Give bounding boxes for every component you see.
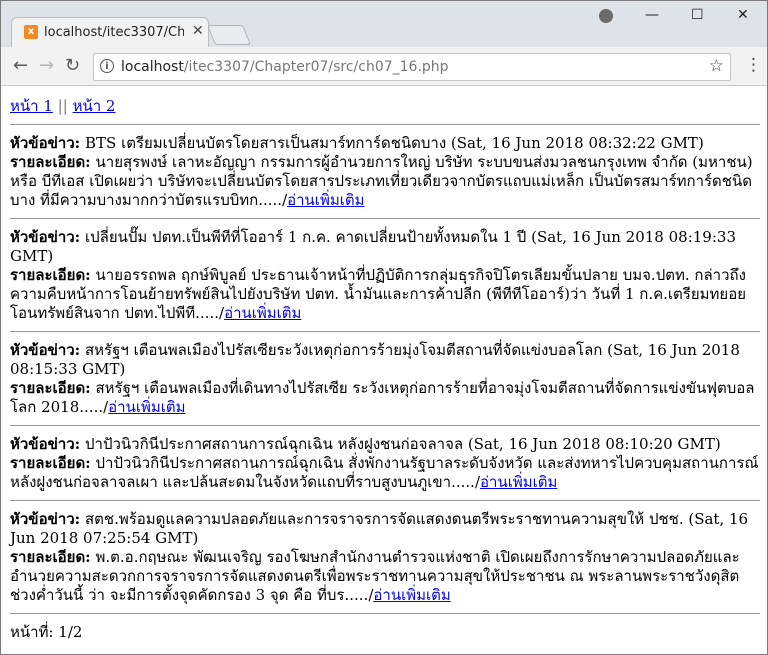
read-more-link[interactable]: อ่านเพิ่มเติม <box>287 191 364 209</box>
forward-arrow-icon[interactable]: → <box>39 55 54 76</box>
new-tab-button[interactable] <box>206 25 252 45</box>
news-item: หัวข้อข่าว: เปลี่ยนปั๊ม ปตท.เป็นพีทีที่โ… <box>10 228 760 323</box>
news-detail: ปาปัวนิวกินีประกาศสถานการณ์ฉุกเฉิน สั่งพ… <box>10 454 759 491</box>
news-headline: สหรัฐฯ เตือนพลเมืองไปรัสเซียระวังเหตุก่อ… <box>10 341 740 378</box>
headline-label: หัวข้อข่าว: <box>10 134 81 152</box>
news-detail: นายอรรถพล ฤกษ์พิบูลย์ ประธานเจ้าหน้าที่ป… <box>10 266 747 322</box>
close-tab-icon[interactable]: ✕ <box>192 23 204 39</box>
read-more-link[interactable]: อ่านเพิ่มเติม <box>480 473 557 491</box>
url-path: /itec3307/Chapter07/src/ch07_16.php <box>183 59 449 75</box>
back-arrow-icon[interactable]: ← <box>13 55 28 76</box>
url-host: localhost <box>121 59 184 75</box>
detail-label: รายละเอียด: <box>10 266 91 284</box>
title-bar: x localhost/itec3307/Chapte ✕ — ☐ ✕ <box>1 1 767 48</box>
read-more-link[interactable]: อ่านเพิ่มเติม <box>224 304 301 322</box>
profile-icon[interactable] <box>599 9 613 23</box>
close-window-icon[interactable]: ✕ <box>737 7 749 23</box>
news-item: หัวข้อข่าว: สหรัฐฯ เตือนพลเมืองไปรัสเซีย… <box>10 341 760 417</box>
divider <box>10 218 760 219</box>
read-more-link[interactable]: อ่านเพิ่มเติม <box>108 398 185 416</box>
detail-label: รายละเอียด: <box>10 153 91 171</box>
headline-label: หัวข้อข่าว: <box>10 510 81 528</box>
pagination: หน้า 1 || หน้า 2 <box>10 97 760 116</box>
minimize-icon[interactable]: — <box>645 7 659 23</box>
xampp-favicon-icon: x <box>24 25 38 39</box>
tab-title: localhost/itec3307/Chapte <box>44 25 184 40</box>
divider <box>10 613 760 614</box>
headline-label: หัวข้อข่าว: <box>10 435 81 453</box>
info-icon[interactable]: i <box>100 59 114 73</box>
news-item: หัวข้อข่าว: BTS เตรียมเปลี่ยนบัตรโดยสารเ… <box>10 134 760 210</box>
page-content: หน้า 1 || หน้า 2 หัวข้อข่าว: BTS เตรียมเ… <box>10 93 760 642</box>
browser-tab[interactable]: x localhost/itec3307/Chapte ✕ <box>11 17 209 48</box>
news-headline: BTS เตรียมเปลี่ยนบัตรโดยสารเป็นสมาร์ทการ… <box>85 134 704 152</box>
news-list: หัวข้อข่าว: BTS เตรียมเปลี่ยนบัตรโดยสารเ… <box>10 134 760 614</box>
maximize-icon[interactable]: ☐ <box>691 7 704 23</box>
divider <box>10 425 760 426</box>
page-2-link[interactable]: หน้า 2 <box>73 97 116 115</box>
detail-label: รายละเอียด: <box>10 379 91 397</box>
divider <box>10 331 760 332</box>
url-text[interactable]: localhost/itec3307/Chapter07/src/ch07_16… <box>121 59 449 75</box>
news-detail: นายสุรพงษ์ เลาหะอัญญา กรรมการผู้อำนวยการ… <box>10 153 753 209</box>
bookmark-star-icon[interactable]: ☆ <box>709 56 724 76</box>
pager-separator: || <box>57 97 68 115</box>
page-1-link[interactable]: หน้า 1 <box>10 97 53 115</box>
read-more-link[interactable]: อ่านเพิ่มเติม <box>373 586 450 604</box>
page-indicator: หน้าที่: 1/2 <box>10 623 83 641</box>
address-bar[interactable]: i localhost/itec3307/Chapter07/src/ch07_… <box>93 53 731 81</box>
news-headline: สตช.พร้อมดูแลความปลอดภัยและการจราจรการจั… <box>10 510 749 547</box>
news-item: หัวข้อข่าว: สตช.พร้อมดูแลความปลอดภัยและก… <box>10 510 760 605</box>
divider <box>10 124 760 125</box>
browser-window: x localhost/itec3307/Chapte ✕ — ☐ ✕ ← → … <box>0 0 768 655</box>
detail-label: รายละเอียด: <box>10 454 91 472</box>
news-headline: เปลี่ยนปั๊ม ปตท.เป็นพีทีที่โออาร์ 1 ก.ค.… <box>10 228 736 265</box>
headline-label: หัวข้อข่าว: <box>10 228 81 246</box>
reload-icon[interactable]: ↻ <box>65 55 80 76</box>
news-headline: ปาปัวนิวกินีประกาศสถานการณ์ฉุกเฉิน หลังฝ… <box>85 435 721 453</box>
headline-label: หัวข้อข่าว: <box>10 341 81 359</box>
menu-dots-icon[interactable]: ⋮ <box>745 55 762 75</box>
news-item: หัวข้อข่าว: ปาปัวนิวกินีประกาศสถานการณ์ฉ… <box>10 435 760 492</box>
divider <box>10 500 760 501</box>
browser-toolbar: ← → ↻ i localhost/itec3307/Chapter07/src… <box>1 47 767 86</box>
detail-label: รายละเอียด: <box>10 548 91 566</box>
